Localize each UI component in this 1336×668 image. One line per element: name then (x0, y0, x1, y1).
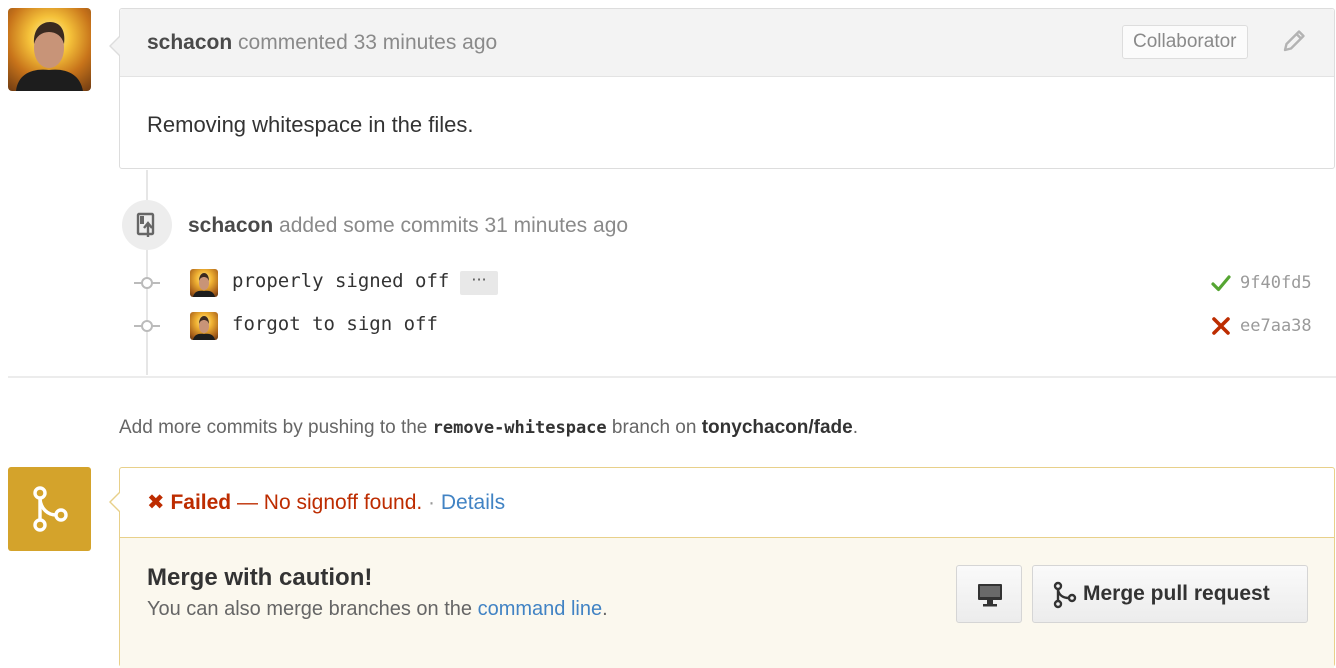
failed-x-icon: ✖ (147, 491, 165, 514)
merge-pull-request-button[interactable]: Merge pull request (1032, 565, 1308, 623)
pencil-icon[interactable] (1280, 27, 1308, 55)
collaborator-badge: Collaborator (1122, 25, 1248, 59)
commit-dot-icon (134, 320, 160, 332)
status-check-line: ✖ Failed — No signoff found. · Details (147, 490, 505, 515)
comment-timestamp: commented 33 minutes ago (232, 31, 498, 54)
x-icon[interactable] (1210, 315, 1232, 337)
merge-subtitle: You can also merge branches on the comma… (147, 598, 608, 621)
commit-author-avatar[interactable] (190, 269, 218, 297)
branch-name: remove-whitespace (432, 418, 607, 438)
push-hint: Add more commits by pushing to the remov… (119, 417, 858, 439)
merge-button-label: Merge pull request (1083, 582, 1270, 605)
push-hint-middle: branch on (606, 417, 702, 438)
comment-box: schacon commented 33 minutes ago Collabo… (109, 8, 1335, 169)
merge-subtitle-suffix: . (602, 598, 608, 620)
push-event-timestamp: added some commits 31 minutes ago (273, 214, 629, 237)
commit-row: forgot to sign off ee7aa38 (130, 311, 1330, 341)
push-hint-prefix: Add more commits by pushing to the (119, 417, 433, 438)
comment-author-link[interactable]: schacon (147, 31, 232, 54)
commit-message-link[interactable]: properly signed off (232, 270, 449, 292)
git-merge-icon (1053, 581, 1077, 609)
merge-status-tile (8, 467, 91, 551)
commit-message-link[interactable]: forgot to sign off (232, 313, 438, 335)
push-hint-suffix: . (852, 417, 858, 438)
repo-push-icon (136, 212, 155, 237)
merge-subtitle-prefix: You can also merge branches on the (147, 598, 478, 620)
open-in-desktop-button[interactable] (956, 565, 1022, 623)
push-event-text: schacon added some commits 31 minutes ag… (188, 214, 628, 238)
commit-author-avatar[interactable] (190, 312, 218, 340)
merge-status-bar: ✖ Failed — No signoff found. · Details (120, 468, 1334, 538)
comment-meta: schacon commented 33 minutes ago (147, 31, 497, 55)
separator-dot: · (422, 491, 441, 514)
commit-dot-icon (134, 277, 160, 289)
commit-expand-button[interactable]: ··· (460, 271, 498, 295)
commit-sha-link[interactable]: 9f40fd5 (1240, 273, 1312, 293)
command-line-link[interactable]: command line (478, 598, 603, 620)
comment-body: Removing whitespace in the files. (147, 112, 474, 137)
desktop-monitor-icon (978, 584, 1002, 607)
failure-description: — No signoff found. (231, 491, 423, 514)
commit-sha-link[interactable]: ee7aa38 (1240, 316, 1312, 336)
repo-name: tonychacon/fade (701, 417, 853, 438)
merge-body: Merge with caution! You can also merge b… (120, 538, 1334, 668)
details-link[interactable]: Details (441, 491, 505, 514)
timeline-divider (8, 376, 1336, 378)
comment-header: schacon commented 33 minutes ago Collabo… (120, 9, 1334, 77)
push-event-author-link[interactable]: schacon (188, 214, 273, 237)
merge-caution-title: Merge with caution! (147, 564, 373, 591)
check-icon[interactable] (1210, 272, 1232, 294)
push-event-badge (122, 200, 172, 250)
git-merge-icon (33, 486, 68, 532)
author-avatar[interactable] (8, 8, 91, 91)
failed-label: Failed (164, 491, 232, 514)
merge-box: ✖ Failed — No signoff found. · Details M… (109, 467, 1335, 668)
commit-row: properly signed off ··· 9f40fd5 (130, 268, 1330, 298)
